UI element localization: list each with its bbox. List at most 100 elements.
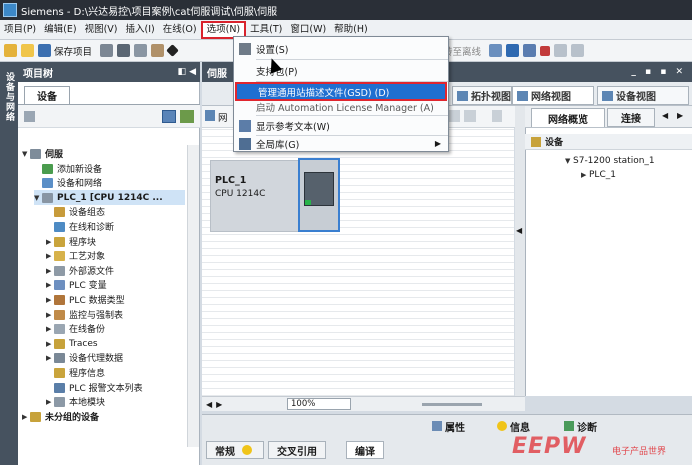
tree-expand-arrow[interactable]: ▶ (46, 398, 54, 406)
canvas-tab-label[interactable]: 网 (218, 110, 228, 124)
overview-row-plc[interactable]: ▶ PLC_1 (581, 167, 616, 182)
scroll-right-icon[interactable]: ▶ (216, 400, 222, 409)
accessible-devices-icon[interactable] (489, 44, 503, 57)
paste-icon[interactable] (151, 44, 165, 57)
tree-item[interactable]: ▶ 程序块 (46, 234, 96, 249)
tree-item[interactable]: PLC 报警文本列表 (46, 380, 143, 395)
tree-item[interactable]: ▼ 伺服 (22, 146, 63, 161)
tree-item[interactable]: ▶ 工艺对象 (46, 248, 105, 263)
splitter[interactable]: ◀ (515, 106, 525, 396)
tree-item[interactable]: 设备组态 (46, 204, 105, 219)
sort-icon[interactable] (464, 110, 476, 122)
tree-view-icon[interactable] (24, 111, 35, 122)
cut-icon[interactable] (117, 44, 131, 57)
menu-item-settings[interactable]: 设置(S) (235, 39, 447, 58)
tab-next-icon[interactable]: ▶ (677, 111, 683, 120)
tab-info[interactable]: 信息 (494, 418, 530, 434)
collapse-pane-icon[interactable]: ◧ ◀ (177, 67, 196, 77)
tree-expand-arrow[interactable]: ▶ (46, 340, 54, 348)
tab-compile[interactable]: 编译 (346, 441, 384, 459)
toggle-icon[interactable] (448, 110, 460, 122)
scroll-left-icon[interactable]: ◀ (206, 400, 212, 409)
menu-view[interactable]: 视图(V) (81, 21, 122, 39)
tree-item[interactable]: ▶ PLC 数据类型 (46, 292, 125, 307)
print-icon[interactable] (100, 44, 114, 57)
tab-general[interactable]: 常规 (206, 441, 264, 459)
scroll-up-icon[interactable] (492, 110, 502, 122)
overview-row-station[interactable]: ▼ S7-1200 station_1 (565, 153, 655, 168)
tree-item[interactable]: 程序信息 (46, 365, 105, 380)
start-simulation-icon[interactable] (506, 44, 520, 57)
tab-prev-icon[interactable]: ◀ (662, 111, 668, 120)
topology-icon (457, 91, 468, 101)
plc-name: PLC_1 (215, 175, 247, 186)
devices-tab[interactable]: 设备 (24, 86, 70, 104)
tree-item[interactable]: 在线和诊断 (46, 219, 114, 234)
copy-icon[interactable] (134, 44, 148, 57)
menu-insert[interactable]: 插入(I) (122, 21, 159, 39)
tree-expand-arrow[interactable]: ▶ (46, 354, 54, 362)
menu-online[interactable]: 在线(O) (159, 21, 201, 39)
menu-item-label: 设置(S) (256, 44, 289, 56)
tab-connections[interactable]: 连接 (607, 108, 655, 127)
tab-properties[interactable]: 属性 (432, 418, 465, 434)
tree-expand-arrow[interactable]: ▶ (46, 325, 54, 333)
tree-expand-arrow[interactable]: ▶ (46, 311, 54, 319)
tree-item[interactable]: ▶ 未分组的设备 (22, 409, 99, 424)
tree-item[interactable]: ▶ 设备代理数据 (46, 350, 123, 365)
delete-icon[interactable] (166, 44, 179, 57)
tree-item-label: PLC 变量 (69, 281, 107, 291)
tree-expand-arrow[interactable]: ▼ (22, 150, 30, 158)
tree-item[interactable]: 设备和网络 (34, 175, 102, 190)
tree-item[interactable]: ▶ 监控与强制表 (46, 307, 123, 322)
save-project-icon[interactable] (38, 44, 51, 57)
split-vertical-icon[interactable] (571, 44, 585, 57)
menu-project[interactable]: 项目(P) (0, 21, 40, 39)
tree-item[interactable]: ▶ 在线备份 (46, 321, 105, 336)
tree-item[interactable]: ▶ Traces (46, 336, 98, 351)
tab-network-view[interactable]: 网络视图 (512, 86, 594, 105)
tab-diagnostics[interactable]: 诊断 (564, 418, 597, 434)
tree-table-icon[interactable] (162, 110, 176, 123)
tree-item[interactable]: ▶ PLC 变量 (46, 277, 107, 292)
tree-expand-arrow[interactable]: ▶ (46, 267, 54, 275)
tree-expand-arrow[interactable]: ▶ (22, 413, 30, 421)
new-project-icon[interactable] (4, 44, 17, 57)
tree-item[interactable]: ▶ 外部源文件 (46, 263, 114, 278)
plc-image[interactable] (298, 158, 340, 232)
save-project-button[interactable]: 保存项目 (54, 44, 92, 58)
portal-side-strip[interactable]: 设备与网络 (0, 62, 18, 465)
window-title: Siemens - D:\兴达易控\项目案例\cat伺服调试\伺服\伺服 (21, 6, 278, 18)
tab-cross-reference[interactable]: 交叉引用 (268, 441, 326, 459)
tree-add-icon[interactable] (180, 110, 194, 123)
tab-network-overview[interactable]: 网络概览 (531, 108, 605, 127)
menu-item-reference-text[interactable]: 显示参考文本(W) (235, 116, 447, 135)
zoom-select[interactable]: 100% (287, 398, 351, 410)
zoom-slider[interactable] (422, 402, 483, 406)
cross-reference-icon[interactable] (523, 44, 537, 57)
split-horizontal-icon[interactable] (554, 44, 568, 57)
tree-expand-arrow[interactable]: ▼ (34, 194, 42, 202)
open-project-icon[interactable] (21, 44, 34, 57)
tree-item[interactable]: 添加新设备 (34, 161, 102, 176)
tree-scrollbar[interactable] (187, 145, 199, 447)
close-x-icon[interactable] (540, 45, 551, 56)
tab-topology-view[interactable]: 拓扑视图 (452, 86, 512, 105)
tree-item[interactable]: ▼ PLC_1 [CPU 1214C ... (34, 190, 185, 205)
window-controls[interactable]: _ ▪ ▪ ✕ (631, 67, 686, 77)
editor-hscrollbar[interactable]: ◀ ▶ (202, 396, 525, 411)
menu-separator (256, 59, 448, 60)
tree-expand-arrow[interactable]: ▶ (46, 281, 54, 289)
tree-item[interactable]: ▶ 本地模块 (46, 394, 105, 409)
expand-arrow[interactable]: ▶ (581, 171, 589, 179)
expand-arrow[interactable]: ▼ (565, 157, 573, 165)
menu-item-global-library[interactable]: 全局库(G) ▶ (235, 134, 447, 153)
menu-edit[interactable]: 编辑(E) (40, 21, 80, 39)
tree-expand-arrow[interactable]: ▶ (46, 296, 54, 304)
menu-item-license-manager[interactable]: 启动 Automation License Manager (A) (235, 97, 447, 116)
tab-device-view[interactable]: 设备视图 (597, 86, 689, 105)
splitter-arrow-icon[interactable]: ◀ (516, 226, 522, 235)
tree-expand-arrow[interactable]: ▶ (46, 252, 54, 260)
tree-item-icon (54, 323, 65, 334)
tree-expand-arrow[interactable]: ▶ (46, 238, 54, 246)
